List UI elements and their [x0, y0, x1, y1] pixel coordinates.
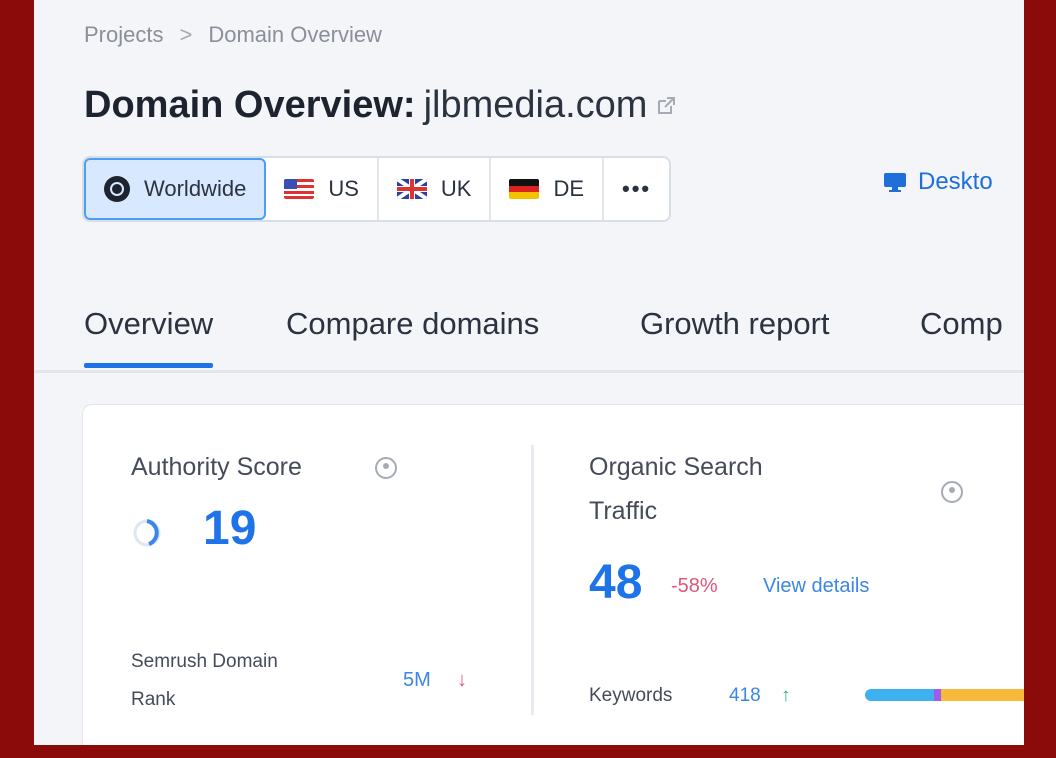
domain-rank-label-line2: Rank: [131, 689, 176, 710]
more-databases-button[interactable]: •••: [604, 158, 670, 220]
tab-comp[interactable]: Comp: [920, 306, 1003, 342]
authority-gauge-icon: [133, 519, 161, 547]
domain-rank-down-arrow-icon: ↓: [457, 669, 467, 691]
database-de-button[interactable]: DE: [491, 158, 604, 220]
column-divider: [531, 445, 534, 715]
database-selector: Worldwide US UK DE •••: [82, 156, 672, 222]
view-details-link[interactable]: View details: [763, 575, 869, 598]
globe-icon: [104, 176, 130, 202]
more-icon: •••: [622, 176, 652, 201]
authority-score-value: 19: [203, 502, 257, 555]
keywords-up-arrow-icon: ↑: [781, 685, 791, 706]
page-title-prefix: Domain Overview:: [84, 84, 416, 126]
keywords-label: Keywords: [589, 685, 673, 706]
database-uk-button[interactable]: UK: [378, 158, 492, 220]
domain-rank-value[interactable]: 5M: [403, 669, 431, 692]
database-uk-label: UK: [440, 176, 472, 201]
database-de-label: DE: [553, 176, 584, 201]
tab-overview[interactable]: Overview: [84, 306, 214, 368]
breadcrumb: Projects > Domain Overview: [84, 22, 382, 48]
monitor-icon: [884, 173, 906, 192]
tab-compare-domains[interactable]: Compare domains: [286, 306, 539, 342]
us-flag-icon: [284, 179, 315, 199]
uk-flag-icon: [396, 179, 427, 199]
tab-bar: Overview Compare domains Growth report C…: [34, 288, 1024, 373]
keywords-value[interactable]: 418: [729, 685, 761, 707]
kw-segment-1: [865, 689, 935, 701]
database-us-label: US: [328, 176, 359, 201]
authority-help-icon[interactable]: [375, 457, 397, 479]
device-label: Deskto: [918, 168, 993, 195]
breadcrumb-projects[interactable]: Projects: [84, 22, 163, 48]
tab-growth-report[interactable]: Growth report: [640, 306, 830, 342]
domain-rank-label-line1: Semrush Domain: [131, 651, 278, 672]
app-viewport: Projects > Domain Overview Domain Overvi…: [34, 0, 1024, 745]
kw-segment-3: [941, 689, 1024, 701]
database-worldwide-button[interactable]: Worldwide: [84, 158, 267, 220]
device-selector[interactable]: Deskto: [882, 168, 993, 196]
page-title: Domain Overview: jlbmedia.com: [84, 84, 677, 127]
organic-traffic-label-line1: Organic Search: [589, 453, 763, 481]
kw-segment-2: [934, 689, 942, 701]
database-worldwide-label: Worldwide: [144, 176, 247, 201]
external-link-icon[interactable]: [655, 95, 677, 117]
database-us-button[interactable]: US: [266, 158, 379, 220]
organic-help-icon[interactable]: [941, 481, 963, 503]
de-flag-icon: [509, 179, 540, 199]
authority-score-label: Authority Score: [131, 453, 302, 481]
breadcrumb-domain-overview: Domain Overview: [208, 22, 382, 47]
page-title-domain: jlbmedia.com: [423, 84, 648, 126]
organic-traffic-value[interactable]: 48: [589, 555, 642, 610]
breadcrumb-separator: >: [179, 22, 193, 47]
keywords-distribution-bar: [865, 689, 1024, 701]
organic-traffic-change: -58%: [671, 575, 718, 597]
overview-card: Authority Score 19 Semrush Domain Rank 5…: [82, 404, 1024, 745]
organic-traffic-label-line2: Traffic: [589, 497, 658, 525]
